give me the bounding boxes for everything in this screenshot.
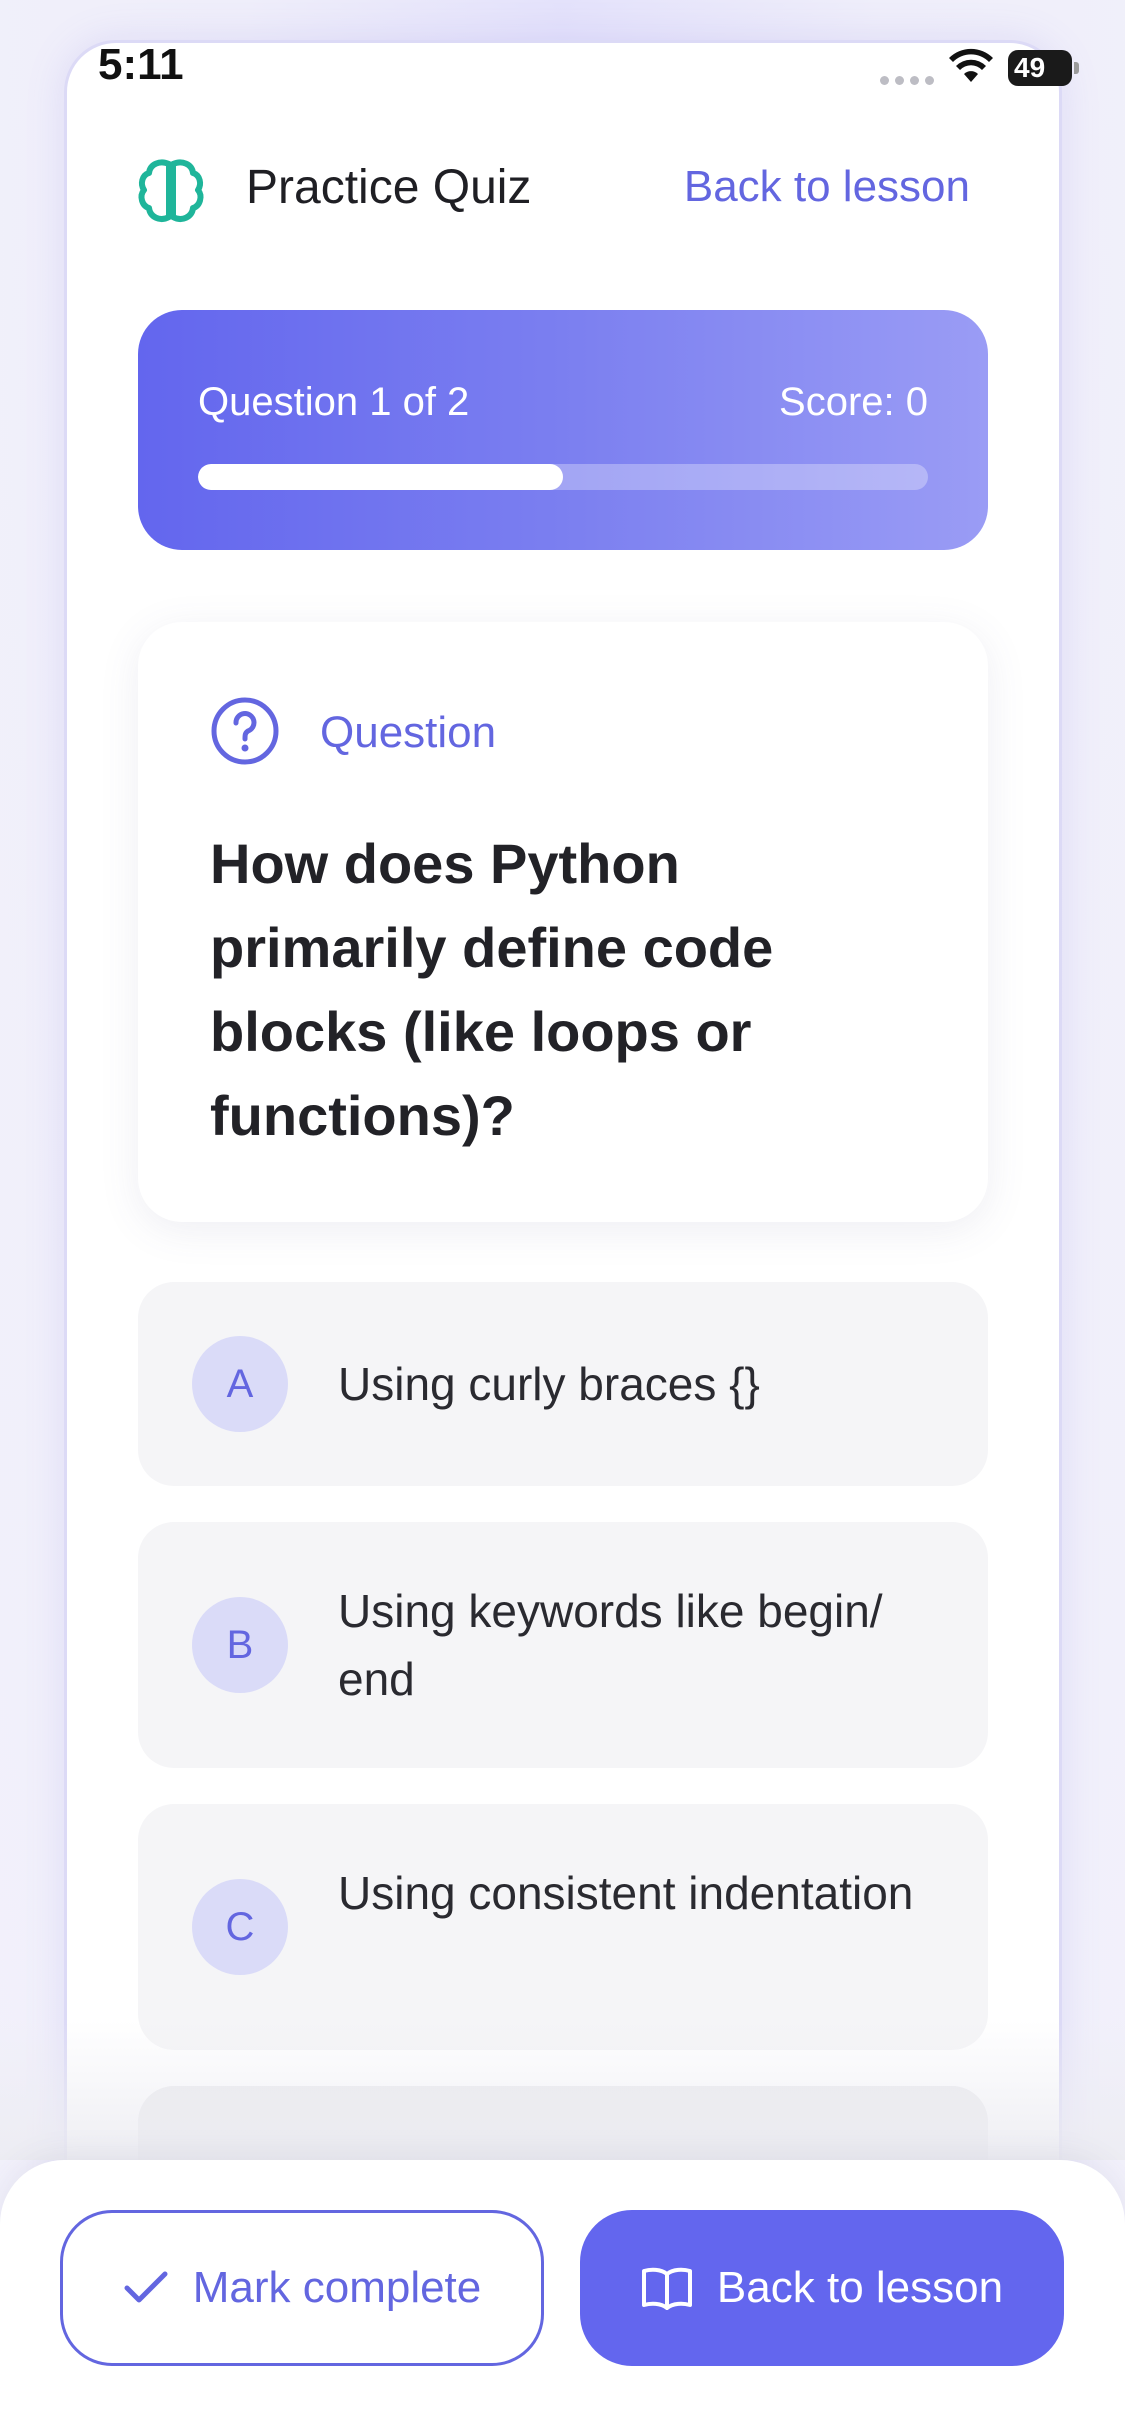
back-to-lesson-label: Back to lesson (716, 2263, 1004, 2312)
status-time: 5:11 (98, 40, 184, 89)
wifi-icon (949, 48, 993, 82)
mark-complete-label: Mark complete (192, 2263, 482, 2312)
battery-icon: 49 (1008, 50, 1072, 86)
page-title: Practice Quiz (246, 161, 532, 214)
progress-card: Question 1 of 2 Score: 0 (138, 310, 988, 550)
question-card: Question How does Python primarily defin… (138, 622, 988, 1222)
score-label: Score: 0 (779, 380, 928, 424)
brain-icon (138, 159, 204, 222)
progress-bar-fill (198, 464, 563, 490)
mark-complete-button[interactable]: Mark complete (60, 2210, 544, 2366)
checkmark-icon (124, 2271, 168, 2303)
book-open-icon (641, 2267, 692, 2310)
option-letter-badge: C (192, 1879, 288, 1975)
question-label: Question (320, 708, 497, 757)
back-to-lesson-button[interactable]: Back to lesson (580, 2210, 1064, 2366)
bottom-fade (0, 2020, 1125, 2160)
option-letter-badge: A (192, 1336, 288, 1432)
question-circle-icon (211, 697, 279, 765)
battery-level: 49 (1014, 52, 1046, 83)
header: Practice Quiz Back to lesson (136, 150, 970, 230)
answer-option-c[interactable]: C Using consistent indentation (138, 1804, 988, 2050)
answer-option-b[interactable]: B Using keywords like begin/ end (138, 1522, 988, 1768)
progress-bar (198, 464, 928, 490)
back-to-lesson-link[interactable]: Back to lesson (684, 162, 970, 212)
bottom-action-bar: Mark complete Back to lesson (0, 2160, 1125, 2436)
option-text: Using curly braces {} (338, 1358, 760, 1410)
answer-option-a[interactable]: A Using curly braces {} (138, 1282, 988, 1486)
question-counter: Question 1 of 2 (198, 380, 470, 424)
option-text: Using keywords like begin/ end (338, 1585, 883, 1705)
question-text: How does Python primarily define code bl… (210, 832, 774, 1147)
battery-tip (1074, 62, 1079, 74)
status-bar: 5:11 49 (0, 0, 1125, 120)
option-letter-badge: B (192, 1597, 288, 1693)
signal-dots-icon (880, 76, 934, 85)
option-text: Using consistent indentation (338, 1867, 914, 1919)
